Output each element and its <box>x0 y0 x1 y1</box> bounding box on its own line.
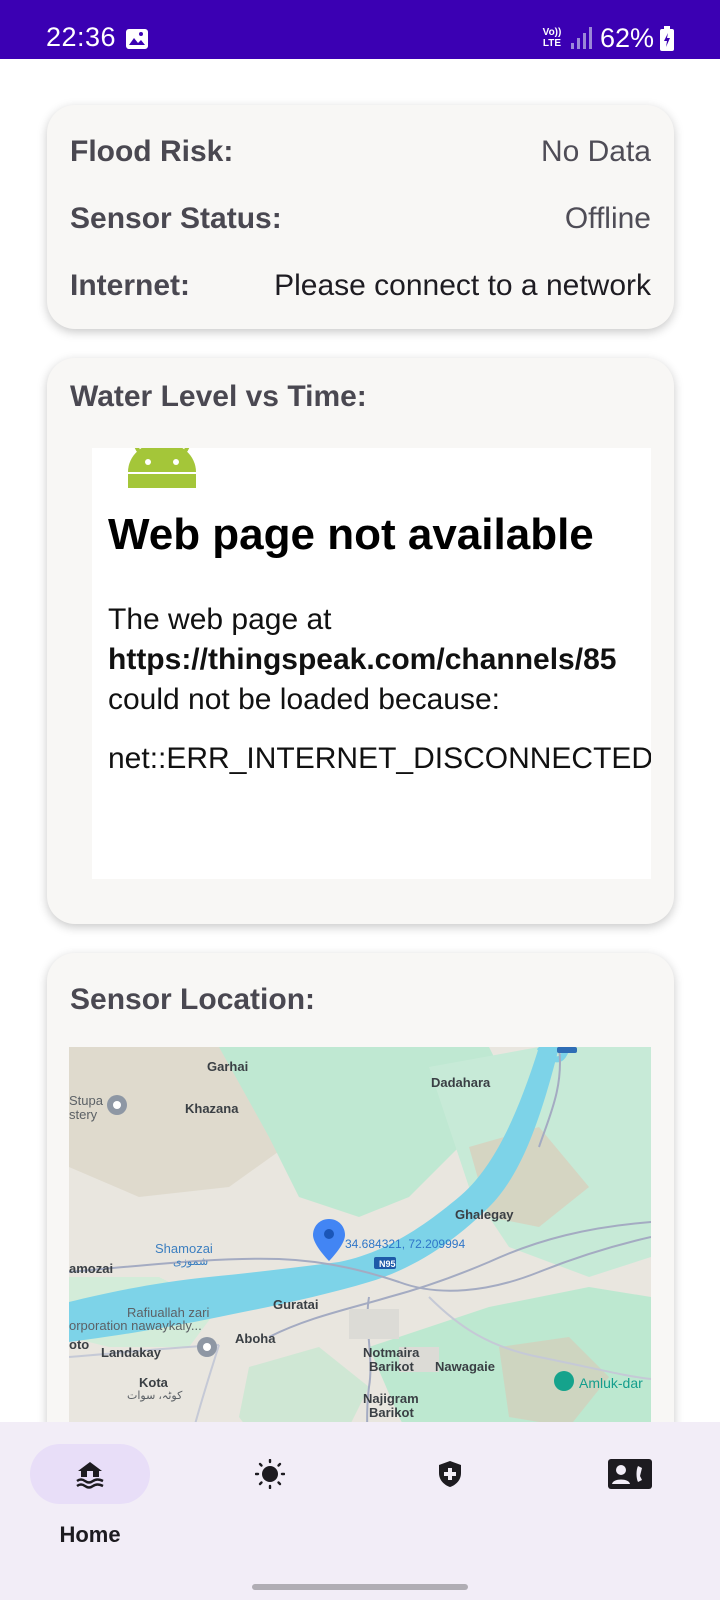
sensor-status-label: Sensor Status: <box>70 202 282 235</box>
contact-card-icon <box>608 1459 652 1489</box>
volte-indicator: Vo)) LTE <box>542 27 562 49</box>
road-label-n95: N95 <box>379 1259 396 1269</box>
android-icon <box>128 448 196 488</box>
flood-risk-label: Flood Risk: <box>70 135 234 168</box>
map-label-notmaira: Notmaira <box>363 1345 420 1360</box>
internet-row: Internet: Please connect to a network <box>70 269 651 309</box>
sun-icon <box>255 1459 285 1489</box>
map-label-amozai: amozai <box>69 1261 114 1276</box>
map-label-stupa: Stupa <box>69 1093 103 1108</box>
water-level-card: Water Level vs Time: Web page not availa… <box>47 358 674 924</box>
map-label-ghalegay: Ghalegay <box>455 1207 514 1222</box>
battery-charging-icon <box>660 26 674 51</box>
error-title: Web page not available <box>108 510 594 559</box>
nav-item-home[interactable]: Home <box>30 1444 150 1554</box>
error-code: net::ERR_INTERNET_DISCONNECTED <box>108 742 651 775</box>
map-label-nawagaie: Nawagaie <box>435 1359 495 1374</box>
sensor-status-value: Offline <box>564 202 651 235</box>
map-label-dadahara: Dadahara <box>431 1075 491 1090</box>
map-label-corporation: orporation nawaykaly... <box>69 1318 202 1333</box>
battery-percent: 62% <box>600 23 655 53</box>
error-line-1: The web page at <box>108 603 332 636</box>
error-line-3: could not be loaded because: <box>108 683 500 716</box>
status-card: Flood Risk: No Data Sensor Status: Offli… <box>47 105 674 329</box>
nav-item-safety[interactable] <box>390 1444 510 1554</box>
map-label-khazana: Khazana <box>185 1101 239 1116</box>
nav-label-home: Home <box>59 1522 121 1547</box>
sensor-location-title: Sensor Location: <box>70 983 316 1016</box>
gallery-notification-icon <box>126 29 148 49</box>
water-level-title: Water Level vs Time: <box>70 380 367 413</box>
map-label-barikot-2: Barikot <box>369 1405 414 1420</box>
chart-webview[interactable]: Web page not available The web page at h… <box>92 448 651 879</box>
map-label-shamozai: Shamozai <box>155 1241 213 1256</box>
error-url: https://thingspeak.com/channels/85 <box>108 643 617 676</box>
map-view[interactable]: Garhai Dadahara Stupa stery Khazana Ghal… <box>69 1047 651 1473</box>
map-terrain <box>69 1047 651 1473</box>
error-body: The web page at https://thingspeak.com/c… <box>108 600 616 720</box>
map-label-barikot-1: Barikot <box>369 1359 414 1374</box>
map-label-garhai: Garhai <box>207 1059 249 1074</box>
shield-plus-icon <box>439 1461 461 1487</box>
status-time: 22:36 <box>46 22 117 52</box>
map-label-amluk: Amluk-dar <box>579 1375 643 1391</box>
internet-label: Internet: <box>70 269 190 302</box>
map-label-aboha: Aboha <box>235 1331 276 1346</box>
marker-coordinates: 34.684321, 72.209994 <box>345 1237 466 1251</box>
sensor-status-row: Sensor Status: Offline <box>70 202 651 242</box>
sensor-location-card: Sensor Location: Garhai Dadahara Stupa s… <box>47 953 674 1473</box>
internet-value: Please connect to a network <box>274 269 651 302</box>
map-label-landakay: Landakay <box>101 1345 161 1360</box>
signal-icon <box>571 27 592 49</box>
map-label-shamozai-urdu: شموزی <box>173 1256 209 1268</box>
map-label-najigram: Najigram <box>363 1391 419 1406</box>
map-label-kota-urdu: کوٹہ، سوات <box>127 1390 183 1402</box>
nav-item-weather[interactable] <box>210 1444 330 1554</box>
nav-item-contacts[interactable] <box>570 1444 690 1554</box>
map-label-oto: oto <box>69 1337 90 1352</box>
flood-house-icon <box>76 1462 104 1489</box>
flood-risk-row: Flood Risk: No Data <box>70 135 651 175</box>
gesture-handle <box>252 1584 468 1590</box>
map-label-guratai: Guratai <box>273 1297 319 1312</box>
bottom-navigation: Home <box>0 1422 720 1600</box>
status-bar: 22:36 Vo)) LTE 62% <box>0 0 720 59</box>
map-label-stery: stery <box>69 1107 98 1122</box>
map-label-kota: Kota <box>139 1375 168 1390</box>
flood-risk-value: No Data <box>540 135 651 168</box>
